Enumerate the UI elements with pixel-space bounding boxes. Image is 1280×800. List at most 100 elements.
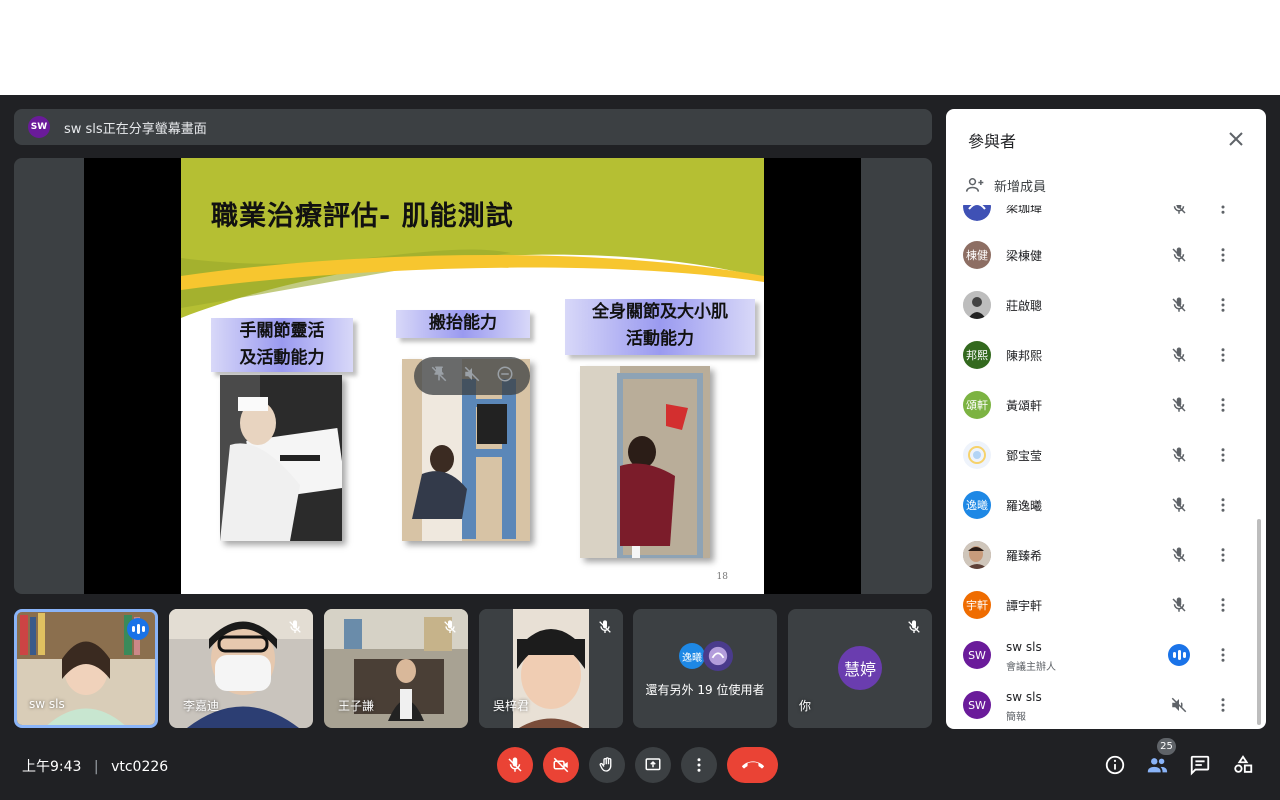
meeting-info: 上午9:43 | vtc0226	[22, 756, 168, 776]
others-tile[interactable]: 逸曦 還有另外 19 位使用者	[633, 609, 777, 728]
participant-avatar: 逸曦	[963, 491, 991, 519]
video-tile-li-jiadi[interactable]: 李嘉迪	[169, 609, 313, 728]
add-member-button[interactable]: 新增成員	[964, 175, 1046, 195]
more-vert-icon[interactable]	[1214, 546, 1232, 564]
label-box-full-body: 全身關節及大小肌 活動能力	[565, 299, 755, 355]
participant-row-host[interactable]: SW sw sls 會議主辦人	[946, 630, 1258, 680]
participant-list[interactable]: 梁珈瑋 棟健 梁棟健 莊啟聰 邦熙 陳邦熙 頌軒 黃頌軒 鄧宝莹 逸曦 羅逸曦 …	[946, 205, 1266, 729]
mic-off-icon	[1172, 547, 1186, 562]
slide-title: 職業治療評估- 肌能測試	[211, 201, 514, 232]
call-end-icon	[741, 761, 764, 769]
chat-icon	[1190, 755, 1210, 776]
speaking-indicator-icon	[1168, 644, 1190, 666]
more-vert-icon[interactable]	[1214, 346, 1232, 364]
participant-role: 簡報	[1006, 712, 1026, 723]
participant-avatar	[963, 541, 991, 569]
participant-avatar: SW	[963, 641, 991, 669]
presentation-controls-overlay	[414, 357, 530, 395]
mic-off-icon	[1172, 447, 1186, 462]
clock-time: 上午9:43	[22, 759, 82, 775]
mic-off-icon	[1172, 597, 1186, 612]
more-vert-icon[interactable]	[1214, 496, 1232, 514]
participant-row[interactable]: 頌軒 黃頌軒	[946, 380, 1258, 430]
mic-toggle-button[interactable]	[497, 747, 533, 783]
speaking-indicator-icon	[127, 618, 149, 640]
participant-row[interactable]: 逸曦 羅逸曦	[946, 480, 1258, 530]
present-now-button[interactable]	[635, 747, 671, 783]
label-line: 活動能力	[626, 329, 694, 349]
more-vert-icon[interactable]	[1214, 296, 1232, 314]
chat-button[interactable]	[1186, 751, 1214, 779]
participant-name: 譚宇軒	[1006, 599, 1043, 613]
raise-hand-button[interactable]	[589, 747, 625, 783]
mic-off-icon	[1172, 247, 1186, 262]
participant-row[interactable]: 棟健 梁棟健	[946, 230, 1258, 280]
meet-window: SW sw sls正在分享螢幕畫面 職業治療評估- 肌能測試 手關節靈活 及活動…	[0, 95, 1280, 800]
more-vert-icon[interactable]	[1214, 246, 1232, 264]
participant-avatar: 邦熙	[963, 341, 991, 369]
video-tile-wu-zijun[interactable]: 吳梓君	[479, 609, 623, 728]
participant-row[interactable]: 鄧宝莹	[946, 430, 1258, 480]
more-vert-icon[interactable]	[1214, 446, 1232, 464]
participant-avatar: SW	[963, 691, 991, 719]
participant-name: 黃頌軒	[1006, 399, 1043, 413]
photo-hand-test	[220, 375, 342, 541]
label-line: 手關節靈活	[239, 321, 325, 341]
participant-name: 羅臻希	[1006, 549, 1043, 563]
participant-row[interactable]: 邦熙 陳邦熙	[946, 330, 1258, 380]
tile-name: 李嘉迪	[183, 699, 220, 713]
others-avatar: 逸曦	[679, 643, 705, 669]
participant-row[interactable]: 梁珈瑋	[946, 205, 1258, 232]
label-box-lifting: 搬抬能力	[396, 310, 530, 338]
more-vert-icon[interactable]	[1214, 646, 1232, 664]
more-vert-icon[interactable]	[1214, 696, 1232, 714]
more-options-button[interactable]	[681, 747, 717, 783]
mute-audio-icon[interactable]	[463, 365, 481, 387]
meeting-details-button[interactable]	[1101, 751, 1129, 779]
more-vert-icon[interactable]	[1214, 205, 1232, 216]
photo-drawing	[220, 375, 342, 541]
hand-icon	[599, 757, 612, 772]
more-vert-icon[interactable]	[1214, 396, 1232, 414]
remove-icon[interactable]	[496, 365, 514, 387]
participant-row-presentation[interactable]: SW sw sls 簡報	[946, 680, 1258, 729]
video-tile-wang-ziqian[interactable]: 王子謙	[324, 609, 468, 728]
label-box-hand-dexterity: 手關節靈活 及活動能力	[211, 318, 353, 372]
label-line: 及活動能力	[239, 348, 325, 368]
mic-off-icon	[1172, 297, 1186, 312]
participant-row[interactable]: 羅臻希	[946, 530, 1258, 580]
presentation-stage[interactable]: 職業治療評估- 肌能測試 手關節靈活 及活動能力 搬抬能力 全身關節及大小肌 活…	[14, 158, 932, 594]
activities-button[interactable]	[1229, 751, 1257, 779]
participant-avatar	[963, 291, 991, 319]
others-text: 還有另外 19 位使用者	[645, 683, 765, 697]
camera-toggle-button[interactable]	[543, 747, 579, 783]
more-vert-icon	[697, 758, 701, 772]
participant-name: 羅逸曦	[1006, 499, 1043, 513]
participant-row[interactable]: 莊啟聰	[946, 280, 1258, 330]
info-icon	[1105, 755, 1125, 775]
participants-button[interactable]	[1143, 751, 1171, 779]
participant-name: sw sls	[1006, 640, 1042, 654]
participant-avatar: 宇軒	[963, 591, 991, 619]
separator: |	[93, 759, 99, 775]
pony-avatar-icon	[703, 641, 733, 671]
presenter-avatar: SW	[28, 116, 50, 138]
shapes-icon	[1234, 755, 1253, 773]
participant-list-scrollbar[interactable]	[1257, 519, 1261, 725]
photo-drawing	[580, 366, 710, 558]
participant-avatar	[963, 205, 991, 221]
self-avatar: 慧婷	[838, 646, 882, 690]
video-tile-sw-sls[interactable]: sw sls	[14, 609, 158, 728]
video-tile-self[interactable]: 慧婷 你	[788, 609, 932, 728]
mic-off-icon	[599, 620, 611, 633]
mic-off-icon	[1172, 347, 1186, 362]
tile-name: 王子謙	[338, 699, 375, 713]
close-icon[interactable]	[1224, 127, 1248, 151]
unpin-icon[interactable]	[430, 365, 448, 387]
slide-page-number: 18	[716, 572, 728, 582]
add-person-icon	[965, 178, 984, 192]
leave-call-button[interactable]	[727, 747, 778, 783]
participant-row[interactable]: 宇軒 譚宇軒	[946, 580, 1258, 630]
more-vert-icon[interactable]	[1214, 596, 1232, 614]
mic-off-icon	[508, 757, 522, 772]
